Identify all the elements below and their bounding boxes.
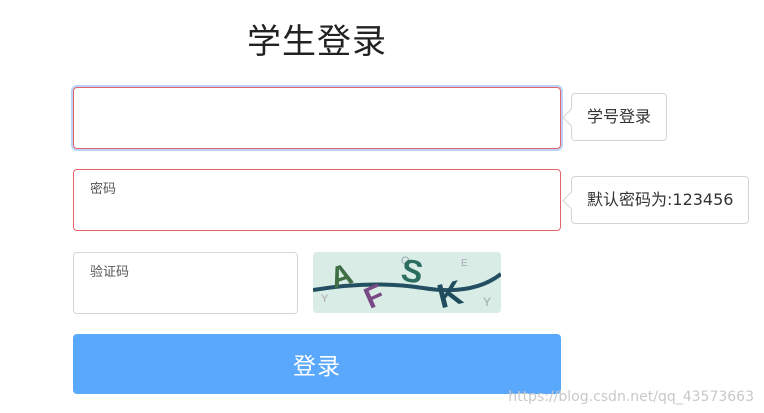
password-input[interactable]: [74, 170, 560, 230]
password-tip: 默认密码为:123456: [571, 176, 750, 224]
account-input[interactable]: [74, 88, 560, 148]
captcha-noise-char: E: [461, 258, 468, 269]
account-field[interactable]: [73, 87, 561, 149]
captcha-noise-char: Y: [483, 295, 491, 309]
login-button[interactable]: 登录: [73, 334, 561, 394]
captcha-input[interactable]: [74, 253, 297, 313]
captcha-image[interactable]: O E Y Y A F S K: [313, 252, 501, 313]
page-title: 学生登录: [247, 22, 387, 62]
account-tip: 学号登录: [571, 93, 668, 141]
captcha-noise-char: Y: [321, 293, 329, 305]
captcha-field[interactable]: 验证码: [73, 252, 298, 314]
password-field[interactable]: 密码: [73, 169, 561, 231]
captcha-graphic: O E Y Y A F S K: [313, 252, 501, 313]
watermark-text: https://blog.csdn.net/qq_43573663: [508, 389, 754, 405]
